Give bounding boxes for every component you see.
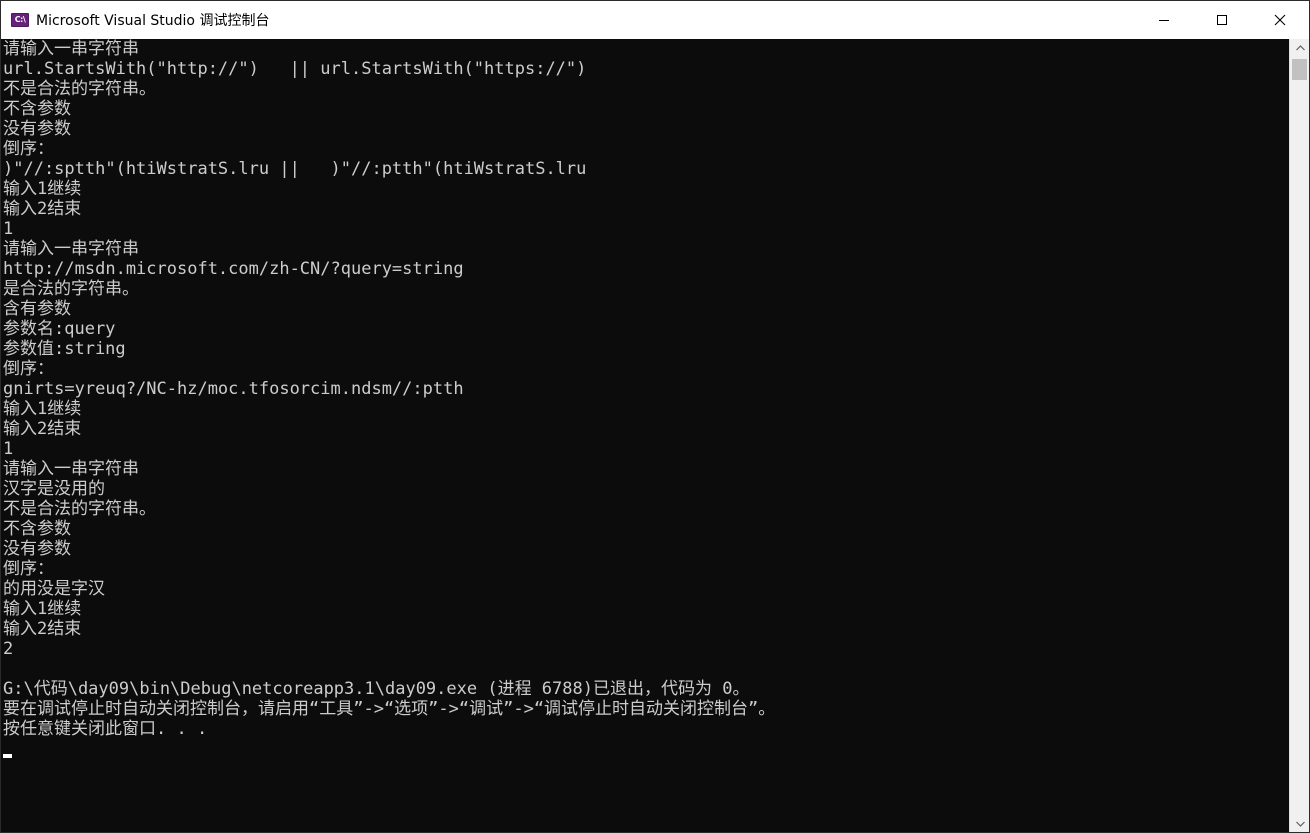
console-line: 要在调试停止时自动关闭控制台，请启用“工具”->“选项”->“调试”->“调试停… (3, 699, 776, 719)
minimize-icon (1159, 20, 1169, 21)
console-line: 2 (3, 639, 14, 659)
scroll-down-arrow-icon (1295, 821, 1305, 827)
console-line: 的用没是字汉 (3, 579, 105, 599)
minimize-button[interactable] (1135, 1, 1193, 39)
console-line: 请输入一串字符串 (3, 39, 139, 59)
vs-debug-console-icon: C:\ (11, 13, 29, 27)
console-line: 输入1继续 (3, 599, 82, 619)
console-line: 不含参数 (3, 519, 71, 539)
close-button[interactable] (1251, 1, 1309, 39)
console-line: 输入1继续 (3, 179, 82, 199)
console-line: 倒序： (3, 559, 54, 579)
console-line: G:\代码\day09\bin\Debug\netcoreapp3.1\day0… (3, 679, 750, 699)
console-line: 不含参数 (3, 99, 71, 119)
console-line: 请输入一串字符串 (3, 239, 139, 259)
text-cursor (3, 754, 12, 758)
console-line: http://msdn.microsoft.com/zh-CN/?query=s… (3, 259, 464, 279)
console-line: 输入2结束 (3, 199, 82, 219)
app-icon-label: C:\ (14, 15, 26, 24)
console-line: 没有参数 (3, 539, 71, 559)
console-line: )"//:sptth"(htiWstratS.lru || )"//:ptth"… (3, 159, 587, 179)
console-line: 不是合法的字符串。 (3, 499, 156, 519)
console-line: url.StartsWith("http://") || url.StartsW… (3, 59, 587, 79)
console-window: C:\ Microsoft Visual Studio 调试控制台 请输入一串字… (0, 0, 1310, 833)
console-line: 倒序： (3, 359, 54, 379)
vertical-scrollbar[interactable] (1289, 39, 1309, 832)
console-line: 是合法的字符串。 (3, 279, 139, 299)
console-line: 请输入一串字符串 (3, 459, 139, 479)
console-line: 不是合法的字符串。 (3, 79, 156, 99)
console-line: 汉字是没用的 (3, 479, 105, 499)
console-line: 输入1继续 (3, 399, 82, 419)
scroll-up-arrow-icon (1295, 44, 1305, 50)
console-text: 请输入一串字符串 url.StartsWith("http://") || url… (3, 39, 775, 739)
console-output[interactable]: 请输入一串字符串 url.StartsWith("http://") || url… (1, 39, 1289, 832)
window-title: Microsoft Visual Studio 调试控制台 (36, 13, 270, 29)
console-line: 1 (3, 439, 14, 459)
console-line: 倒序： (3, 139, 54, 159)
scroll-thumb[interactable] (1292, 59, 1307, 80)
console-line: 输入2结束 (3, 619, 82, 639)
maximize-button[interactable] (1193, 1, 1251, 39)
console-line: gnirts=yreuq?/NC-hz/moc.tfosorcim.ndsm//… (3, 379, 464, 399)
caption-buttons (1135, 1, 1309, 39)
console-line: 含有参数 (3, 299, 71, 319)
console-line: 按任意键关闭此窗口. . . (3, 719, 208, 739)
console-line: 1 (3, 219, 14, 239)
console-line: 输入2结束 (3, 419, 82, 439)
console-line: 参数值:string (3, 339, 126, 359)
maximize-icon (1217, 15, 1227, 25)
scroll-up-button[interactable] (1290, 39, 1309, 56)
console-line: 没有参数 (3, 119, 71, 139)
close-icon (1274, 14, 1286, 26)
scroll-down-button[interactable] (1290, 815, 1309, 832)
title-bar[interactable]: C:\ Microsoft Visual Studio 调试控制台 (1, 1, 1309, 39)
console-line: 参数名:query (3, 319, 116, 339)
